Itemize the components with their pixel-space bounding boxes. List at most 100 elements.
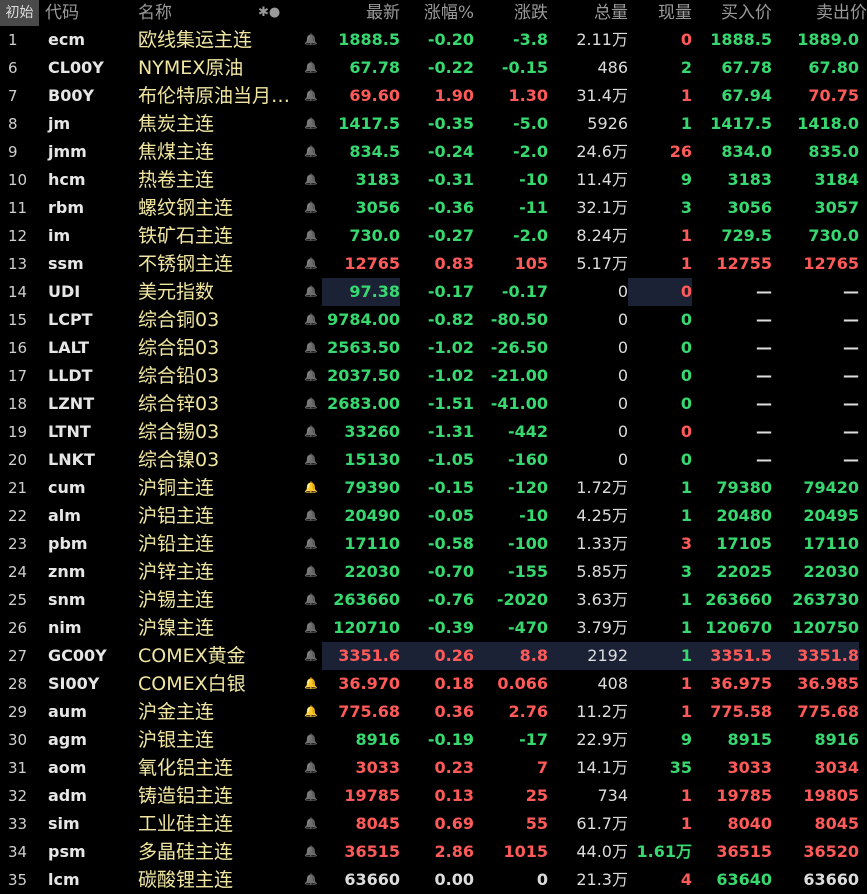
table-row[interactable]: 17 LLDT 综合铅03 🔔 2037.50 -1.02 -21.00 0 0 — — xyxy=(0,362,867,390)
table-row[interactable]: 31 aom 氧化铝主连 🔔 3033 0.23 7 14.1万 35 3033 3034 xyxy=(0,754,867,782)
bell-icon[interactable]: 🔔 xyxy=(300,866,322,894)
table-row[interactable]: 19 LTNT 综合锡03 🔔 33260 -1.31 -442 0 0 — — xyxy=(0,418,867,446)
table-row[interactable]: 1 ecm 欧线集运主连 🔔 1888.5 -0.20 -3.8 2.11万 0 1888.5 18… xyxy=(0,26,867,54)
bell-icon[interactable]: 🔔 xyxy=(300,418,322,446)
bell-icon[interactable]: 🔔 xyxy=(300,166,322,194)
bell-icon[interactable]: 🔔 xyxy=(300,446,322,474)
table-row[interactable]: 25 snm 沪锡主连 🔔 263660 -0.76 -2020 3.63万 1 263660 26… xyxy=(0,586,867,614)
header-init-button[interactable]: 初始 xyxy=(0,0,39,26)
table-row[interactable]: 20 LNKT 综合镍03 🔔 15130 -1.05 -160 0 0 — — xyxy=(0,446,867,474)
bell-icon[interactable]: 🔔 xyxy=(300,306,322,334)
row-current-volume: 3 xyxy=(680,562,692,581)
row-code: UDI xyxy=(48,282,81,301)
row-name: 沪铅主连 xyxy=(138,533,215,555)
bell-icon[interactable]: 🔔 xyxy=(300,474,322,502)
row-current-volume: 1 xyxy=(628,642,692,670)
bell-icon[interactable]: 🔔 xyxy=(300,222,322,250)
bell-icon[interactable]: 🔔 xyxy=(300,250,322,278)
header-flag-icons[interactable]: ✱● xyxy=(258,0,280,26)
header-vol[interactable]: 总量 xyxy=(548,0,628,26)
table-row[interactable]: 7 B00Y 布伦特原油当月… 🔔 69.60 1.90 1.30 31.4万 1 67.94 70… xyxy=(0,82,867,110)
table-row[interactable]: 8 jm 焦炭主连 🔔 1417.5 -0.35 -5.0 5926 1 1417.5 1418.0 xyxy=(0,110,867,138)
bell-icon[interactable]: 🔔 xyxy=(300,530,322,558)
bell-icon[interactable]: 🔔 xyxy=(300,558,322,586)
bell-icon[interactable]: 🔔 xyxy=(300,110,322,138)
row-ask-price: 3034 xyxy=(814,758,859,777)
row-change-pct: 0.69 xyxy=(434,814,474,833)
bell-icon[interactable]: 🔔 xyxy=(300,586,322,614)
bell-icon[interactable]: 🔔 xyxy=(300,82,322,110)
table-row[interactable]: 32 adm 铸造铝主连 🔔 19785 0.13 25 734 1 19785 19805 xyxy=(0,782,867,810)
row-name: 沪锡主连 xyxy=(138,589,215,611)
header-cur[interactable]: 现量 xyxy=(628,0,692,26)
table-row[interactable]: 12 im 铁矿石主连 🔔 730.0 -0.27 -2.0 8.24万 1 729.5 730.0 xyxy=(0,222,867,250)
header-name[interactable]: 名称 xyxy=(138,0,172,26)
table-row[interactable]: 21 cum 沪铜主连 🔔 79390 -0.15 -120 1.72万 1 79380 79420 xyxy=(0,474,867,502)
row-volume: 11.2万 xyxy=(576,702,628,721)
row-last-price: 8916 xyxy=(355,730,400,749)
row-ask-price: 70.75 xyxy=(808,86,859,105)
table-row[interactable]: 27 GC00Y COMEX黄金 🔔 3351.6 0.26 8.8 2192 1 3351.5 3… xyxy=(0,642,867,670)
table-row[interactable]: 33 sim 工业硅主连 🔔 8045 0.69 55 61.7万 1 8040 8045 xyxy=(0,810,867,838)
row-bid-price: 775.58 xyxy=(710,702,772,721)
table-row[interactable]: 24 znm 沪锌主连 🔔 22030 -0.70 -155 5.85万 3 22025 22030 xyxy=(0,558,867,586)
table-row[interactable]: 15 LCPT 综合铜03 🔔 9784.00 -0.82 -80.50 0 0 — — xyxy=(0,306,867,334)
bell-icon[interactable]: 🔔 xyxy=(300,838,322,866)
bell-icon[interactable]: 🔔 xyxy=(300,726,322,754)
row-last-price: 79390 xyxy=(344,478,400,497)
row-ask-price: 22030 xyxy=(803,562,859,581)
bell-icon[interactable]: 🔔 xyxy=(300,754,322,782)
bell-icon[interactable]: 🔔 xyxy=(300,138,322,166)
header-bid[interactable]: 买入价 xyxy=(692,0,772,26)
bell-icon[interactable]: 🔔 xyxy=(300,614,322,642)
bell-icon[interactable]: 🔔 xyxy=(300,642,322,670)
table-row[interactable]: 26 nim 沪镍主连 🔔 120710 -0.39 -470 3.79万 1 120670 120… xyxy=(0,614,867,642)
bell-icon[interactable]: 🔔 xyxy=(300,670,322,698)
header-code[interactable]: 代码 xyxy=(45,0,79,26)
table-row[interactable]: 16 LALT 综合铝03 🔔 2563.50 -1.02 -26.50 0 0 — — xyxy=(0,334,867,362)
table-row[interactable]: 23 pbm 沪铅主连 🔔 17110 -0.58 -100 1.33万 3 17105 17110 xyxy=(0,530,867,558)
row-last-price: 17110 xyxy=(344,534,400,553)
table-row[interactable]: 11 rbm 螺纹钢主连 🔔 3056 -0.36 -11 32.1万 3 3056 3057 xyxy=(0,194,867,222)
table-row[interactable]: 35 lcm 碳酸锂主连 🔔 63660 0.00 0 21.3万 4 63640 63660 xyxy=(0,866,867,894)
table-row[interactable]: 34 psm 多晶硅主连 🔔 36515 2.86 1015 44.0万 1.61万 36515 3… xyxy=(0,838,867,866)
row-bid-price: — xyxy=(756,338,772,357)
table-row[interactable]: 14 UDI 美元指数 🔔 97.38 -0.17 -0.17 0 0 — — xyxy=(0,278,867,306)
row-current-volume: 0 xyxy=(680,30,692,49)
header-pct[interactable]: 涨幅% xyxy=(400,0,474,26)
header-chg[interactable]: 涨跌 xyxy=(474,0,548,26)
row-volume: 486 xyxy=(597,58,628,77)
bell-icon[interactable]: 🔔 xyxy=(300,54,322,82)
row-last-price: 33260 xyxy=(344,422,400,441)
row-code: B00Y xyxy=(48,86,95,105)
table-row[interactable]: 22 alm 沪铝主连 🔔 20490 -0.05 -10 4.25万 1 20480 20495 xyxy=(0,502,867,530)
bell-icon[interactable]: 🔔 xyxy=(300,334,322,362)
bell-icon[interactable]: 🔔 xyxy=(300,502,322,530)
bell-icon[interactable]: 🔔 xyxy=(300,782,322,810)
table-row[interactable]: 28 SI00Y COMEX白银 🔔 36.970 0.18 0.066 408 1 36.975… xyxy=(0,670,867,698)
row-last-price: 2037.50 xyxy=(327,366,400,385)
bell-icon[interactable]: 🔔 xyxy=(300,26,322,54)
row-index: 23 xyxy=(8,535,28,553)
bell-icon[interactable]: 🔔 xyxy=(300,810,322,838)
row-bid-price: 8915 xyxy=(727,730,772,749)
header-last[interactable]: 最新 xyxy=(322,0,400,26)
table-row[interactable]: 9 jmm 焦煤主连 🔔 834.5 -0.24 -2.0 24.6万 26 834.0 835.0 xyxy=(0,138,867,166)
bell-icon[interactable]: 🔔 xyxy=(300,194,322,222)
bell-icon[interactable]: 🔔 xyxy=(300,362,322,390)
table-row[interactable]: 30 agm 沪银主连 🔔 8916 -0.19 -17 22.9万 9 8915 8916 xyxy=(0,726,867,754)
row-volume: 0 xyxy=(617,310,628,329)
row-name: 铁矿石主连 xyxy=(138,225,234,247)
header-ask[interactable]: 卖出价 xyxy=(772,0,867,26)
table-row[interactable]: 13 ssm 不锈钢主连 🔔 12765 0.83 105 5.17万 1 12755 12765 xyxy=(0,250,867,278)
row-bid-price: — xyxy=(756,422,772,441)
row-name: 沪银主连 xyxy=(138,729,215,751)
table-row[interactable]: 29 aum 沪金主连 🔔 775.68 0.36 2.76 11.2万 1 775.58 775.… xyxy=(0,698,867,726)
table-row[interactable]: 6 CL00Y NYMEX原油 🔔 67.78 -0.22 -0.15 486 2 67.78 67… xyxy=(0,54,867,82)
row-current-volume: 1.61万 xyxy=(636,842,692,861)
bell-icon[interactable]: 🔔 xyxy=(300,278,322,306)
bell-icon[interactable]: 🔔 xyxy=(300,698,322,726)
bell-icon[interactable]: 🔔 xyxy=(300,390,322,418)
table-row[interactable]: 10 hcm 热卷主连 🔔 3183 -0.31 -10 11.4万 9 3183 3184 xyxy=(0,166,867,194)
table-row[interactable]: 18 LZNT 综合锌03 🔔 2683.00 -1.51 -41.00 0 0 — — xyxy=(0,390,867,418)
